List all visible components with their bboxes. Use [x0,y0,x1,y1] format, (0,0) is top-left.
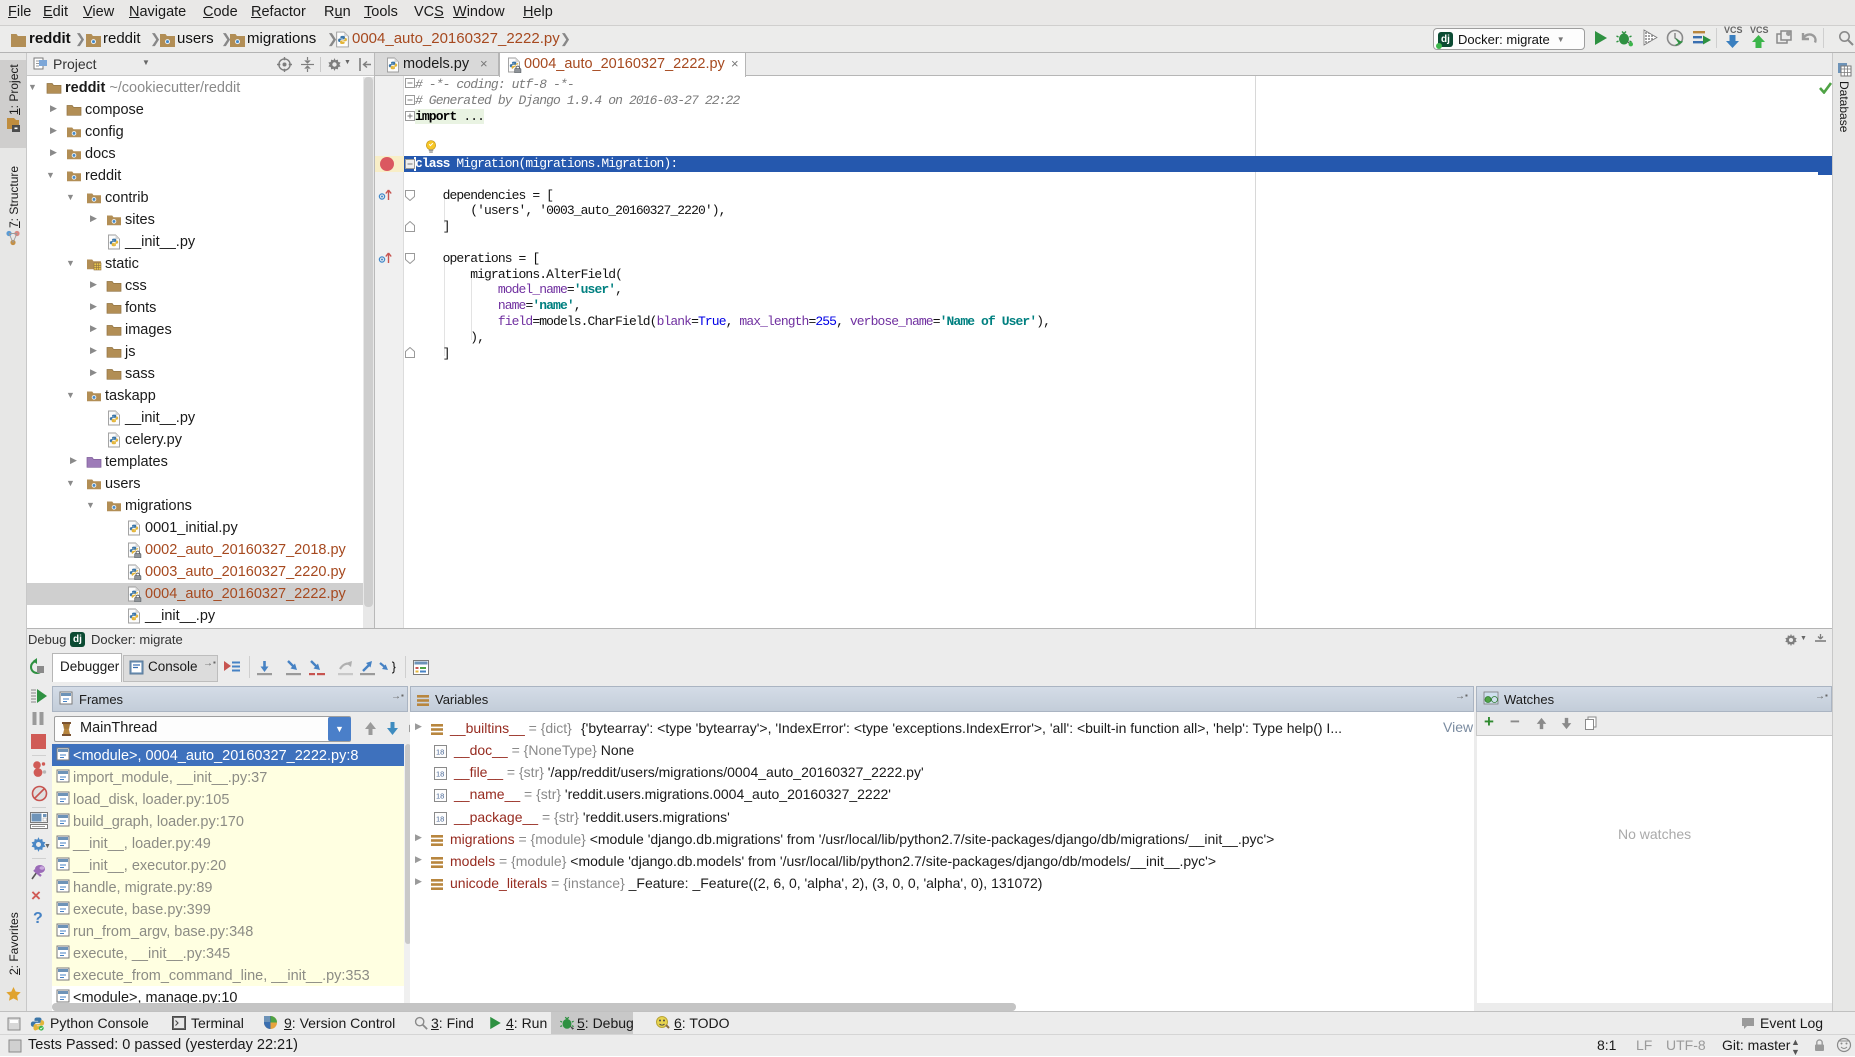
svg-text:18: 18 [436,770,444,779]
svg-text:18: 18 [436,748,444,757]
svg-text:18: 18 [436,815,444,824]
svg-text:18: 18 [436,792,444,801]
